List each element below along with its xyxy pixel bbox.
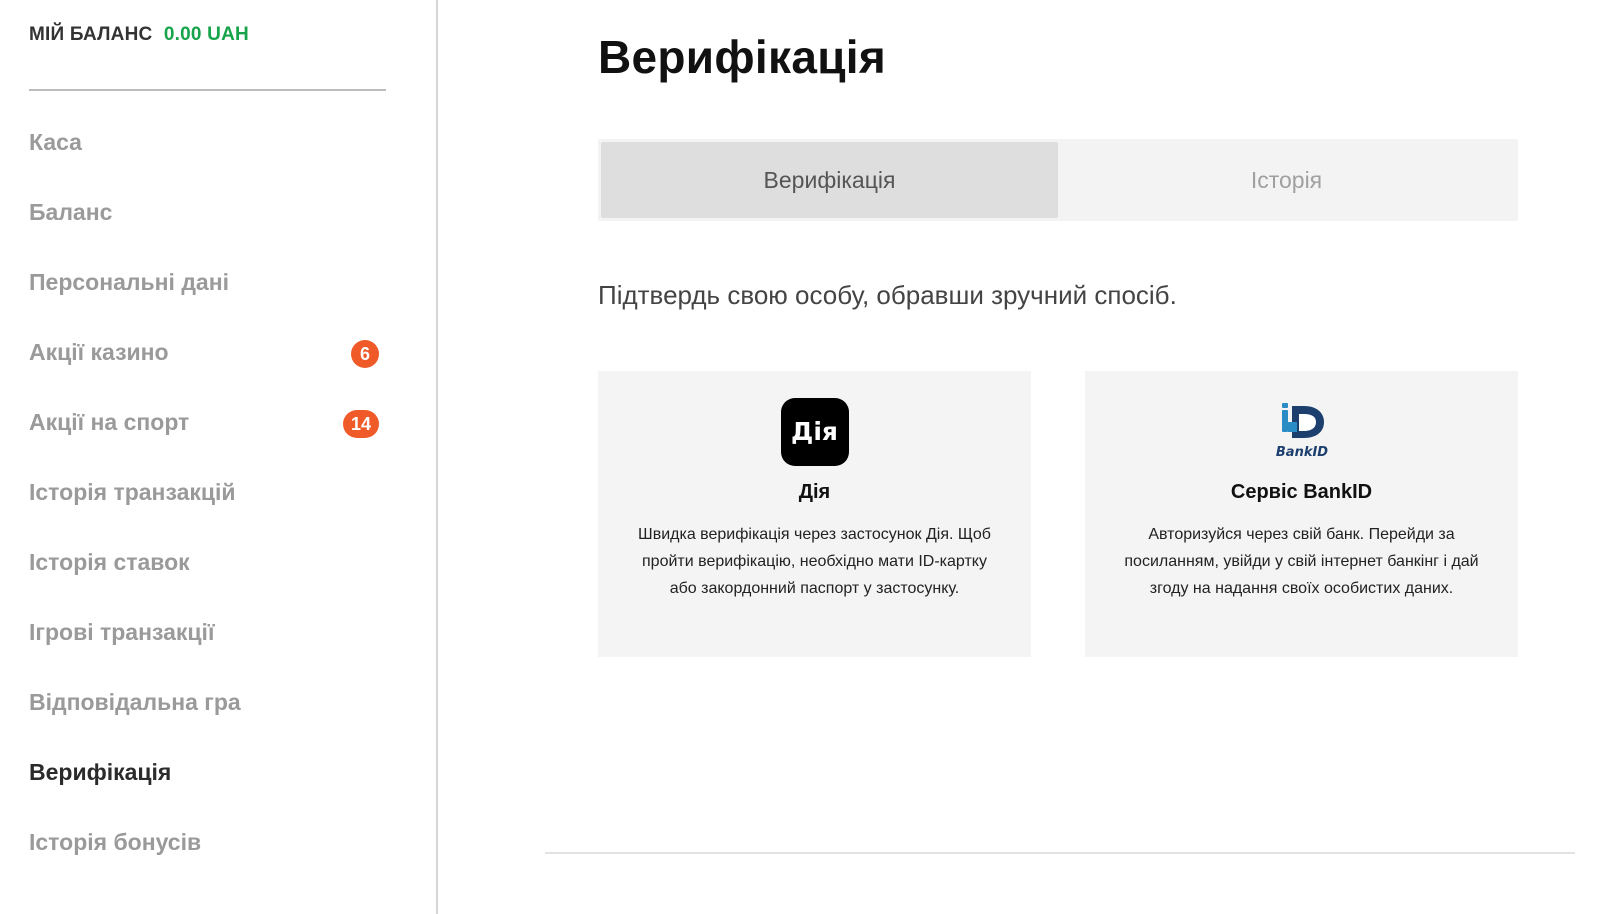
sidebar-item-label: Історія бонусів [29, 829, 202, 855]
count-badge: 6 [351, 340, 379, 368]
verification-methods: Дія Дія Швидка верифікація через застосу… [598, 371, 1518, 657]
sidebar-item-personal-data[interactable]: Персональні дані [29, 265, 379, 335]
sidebar-item-responsible-gaming[interactable]: Відповідальна гра [29, 685, 379, 755]
card-description: Авторизуйся через свій банк. Перейди за … [1124, 526, 1479, 597]
sidebar-item-label: Баланс [29, 199, 113, 225]
card-description: Швидка верифікація через застосунок Дія.… [638, 526, 991, 597]
sidebar-item-label: Історія ставок [29, 549, 190, 575]
sidebar-item-verification[interactable]: Верифікація [29, 755, 379, 825]
sidebar-item-label: Історія транзакцій [29, 479, 236, 505]
diia-card[interactable]: Дія Дія Швидка верифікація через застосу… [598, 371, 1031, 657]
verification-subtitle: Підтвердь свою особу, обравши зручний сп… [598, 280, 1177, 310]
sidebar-item-label: Верифікація [29, 759, 172, 785]
bankid-card[interactable]: BankID Сервіс BankID Авторизуйся через с… [1085, 371, 1518, 657]
card-title: Сервіс BankID [1230, 481, 1373, 503]
sidebar-item-game-transactions[interactable]: Ігрові транзакції [29, 615, 379, 685]
tab-history[interactable]: Історія [1058, 142, 1515, 218]
sidebar-item-transaction-history[interactable]: Історія транзакцій [29, 475, 379, 545]
sidebar-item-label: Каса [29, 129, 82, 155]
sidebar-item-kasa[interactable]: Каса [29, 125, 379, 195]
balance-amount: 0.00 UAH [163, 24, 249, 45]
balance-label: МІЙ БАЛАНС [29, 24, 153, 45]
sidebar-item-bet-history[interactable]: Історія ставок [29, 545, 379, 615]
svg-text:BankID: BankID [1275, 445, 1327, 460]
card-title: Дія [798, 481, 831, 503]
sidebar-item-label: Персональні дані [29, 269, 229, 295]
page-title: Верифікація [598, 31, 887, 83]
sidebar-item-balance[interactable]: Баланс [29, 195, 379, 265]
diia-logo-icon: Дія [780, 398, 849, 466]
sidebar-item-label: Акції казино [29, 339, 169, 365]
tab-bar: Верифікація Історія [598, 139, 1518, 221]
sidebar-item-label: Відповідальна гра [29, 689, 241, 715]
sidebar-item-casino-promos[interactable]: Акції казино 6 [29, 335, 379, 405]
bottom-divider [545, 852, 1575, 854]
bankid-logo-icon: BankID [1268, 398, 1336, 466]
sidebar-divider [29, 89, 386, 91]
sidebar-item-sport-promos[interactable]: Акції на спорт 14 [29, 405, 379, 475]
sidebar-item-bonus-history[interactable]: Історія бонусів [29, 825, 379, 895]
count-badge: 14 [342, 410, 379, 438]
sidebar-item-label: Ігрові транзакції [29, 619, 215, 645]
sidebar: МІЙ БАЛАНС 0.00 UAH Каса Баланс Персонал… [0, 0, 438, 914]
sidebar-nav: Каса Баланс Персональні дані Акції казин… [29, 125, 379, 895]
balance-display: МІЙ БАЛАНС 0.00 UAH [29, 24, 249, 46]
tab-verification[interactable]: Верифікація [601, 142, 1058, 218]
sidebar-item-label: Акції на спорт [29, 409, 190, 435]
